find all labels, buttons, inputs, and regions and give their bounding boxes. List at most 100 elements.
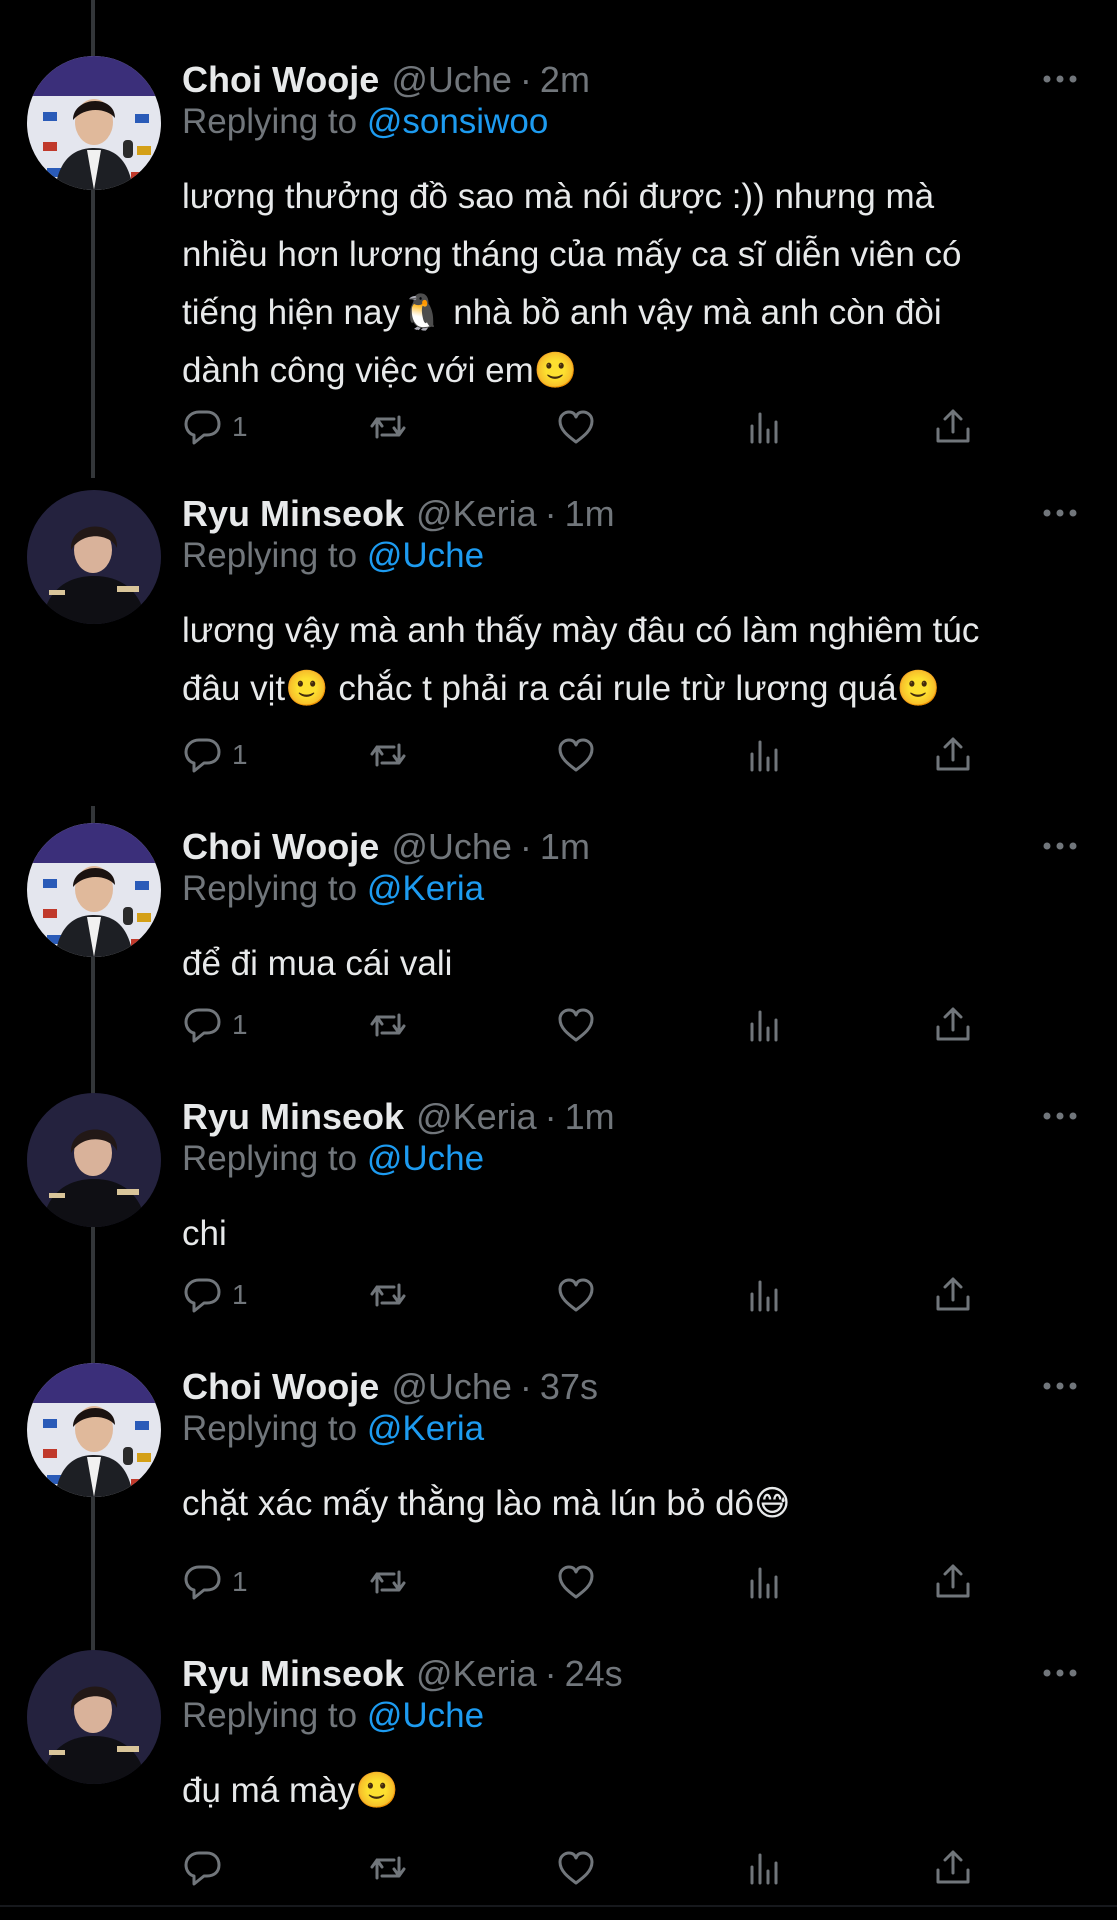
retweet-button[interactable]	[367, 1557, 409, 1607]
like-icon	[555, 1561, 597, 1603]
timestamp[interactable]: 24s	[565, 1653, 623, 1695]
share-button[interactable]	[932, 1557, 974, 1607]
replying-to-link[interactable]: @sonsiwoo	[367, 102, 548, 141]
reply-icon	[182, 1004, 224, 1046]
like-icon	[555, 406, 597, 448]
separator-dot: ·	[544, 1096, 557, 1137]
user-handle[interactable]: @Keria	[416, 1096, 537, 1138]
replying-to-link[interactable]: @Keria	[367, 1409, 484, 1448]
avatar[interactable]	[27, 1650, 161, 1784]
like-button[interactable]	[555, 1000, 597, 1050]
views-button[interactable]	[744, 730, 786, 780]
views-button[interactable]	[744, 1843, 786, 1893]
reply-button[interactable]: 1	[182, 402, 248, 452]
more-options-icon[interactable]	[1040, 831, 1080, 861]
tweet-text: đụ má mày🙂	[182, 1762, 1062, 1820]
divider	[0, 1905, 1117, 1907]
replying-to-link[interactable]: @Uche	[367, 1696, 484, 1735]
views-icon	[744, 1847, 786, 1889]
replying-to-link[interactable]: @Uche	[367, 1139, 484, 1178]
tweet-text: lương vậy mà anh thấy mày đâu có làm ngh…	[182, 602, 1062, 718]
tweet-text-line: lương thưởng đồ sao mà nói được :)) nhưn…	[182, 177, 935, 216]
tweet-text-line: dành công việc với em🙂	[182, 351, 578, 390]
reply-button[interactable]: 1	[182, 1557, 248, 1607]
display-name[interactable]: Ryu Minseok	[182, 1096, 404, 1138]
share-button[interactable]	[932, 1000, 974, 1050]
separator-dot: ·	[544, 1653, 557, 1694]
display-name[interactable]: Choi Wooje	[182, 59, 379, 101]
user-handle[interactable]: @Uche	[391, 59, 512, 101]
tweet-header: Choi Wooje @Uche · 37s	[182, 1363, 598, 1411]
retweet-icon	[367, 1847, 409, 1889]
replying-label: Replying to	[182, 1696, 358, 1735]
reply-icon	[182, 1561, 224, 1603]
retweet-icon	[367, 1561, 409, 1603]
more-options-icon[interactable]	[1040, 64, 1080, 94]
display-name[interactable]: Choi Wooje	[182, 826, 379, 868]
share-button[interactable]	[932, 1843, 974, 1893]
views-icon	[744, 1561, 786, 1603]
views-button[interactable]	[744, 1270, 786, 1320]
share-button[interactable]	[932, 1270, 974, 1320]
more-options-icon[interactable]	[1040, 1658, 1080, 1688]
tweet-text-line: để đi mua cái vali	[182, 944, 453, 983]
tweet-text-line: chặt xác mấy thằng lào mà lún bỏ dô😅	[182, 1484, 791, 1523]
more-options-icon[interactable]	[1040, 1101, 1080, 1131]
tweet-header: Ryu Minseok @Keria · 24s	[182, 1650, 623, 1698]
tweet-text-line: chi	[182, 1214, 227, 1253]
like-button[interactable]	[555, 1557, 597, 1607]
retweet-button[interactable]	[367, 402, 409, 452]
retweet-button[interactable]	[367, 1000, 409, 1050]
user-handle[interactable]: @Uche	[391, 1366, 512, 1408]
reply-button[interactable]	[182, 1843, 224, 1893]
separator-dot: ·	[519, 826, 532, 867]
replying-to-link[interactable]: @Keria	[367, 869, 484, 908]
like-button[interactable]	[555, 402, 597, 452]
replying-to: Replying to @Keria	[182, 1409, 484, 1449]
avatar[interactable]	[27, 1093, 161, 1227]
retweet-icon	[367, 406, 409, 448]
views-icon	[744, 406, 786, 448]
more-options-icon[interactable]	[1040, 1371, 1080, 1401]
retweet-button[interactable]	[367, 1270, 409, 1320]
retweet-icon	[367, 1274, 409, 1316]
reply-button[interactable]: 1	[182, 730, 248, 780]
reply-button[interactable]: 1	[182, 1270, 248, 1320]
timestamp[interactable]: 2m	[540, 59, 590, 101]
like-icon	[555, 1004, 597, 1046]
user-handle[interactable]: @Uche	[391, 826, 512, 868]
user-handle[interactable]: @Keria	[416, 1653, 537, 1695]
retweet-button[interactable]	[367, 1843, 409, 1893]
avatar[interactable]	[27, 823, 161, 957]
display-name[interactable]: Choi Wooje	[182, 1366, 379, 1408]
share-icon	[932, 406, 974, 448]
views-button[interactable]	[744, 1000, 786, 1050]
like-button[interactable]	[555, 1843, 597, 1893]
timestamp[interactable]: 37s	[540, 1366, 598, 1408]
like-button[interactable]	[555, 1270, 597, 1320]
views-button[interactable]	[744, 1557, 786, 1607]
like-button[interactable]	[555, 730, 597, 780]
share-button[interactable]	[932, 402, 974, 452]
reply-count: 1	[232, 1566, 248, 1597]
replying-to-link[interactable]: @Uche	[367, 536, 484, 575]
share-button[interactable]	[932, 730, 974, 780]
share-icon	[932, 1274, 974, 1316]
timestamp[interactable]: 1m	[540, 826, 590, 868]
more-options-icon[interactable]	[1040, 498, 1080, 528]
avatar[interactable]	[27, 490, 161, 624]
replying-to: Replying to @Keria	[182, 869, 484, 909]
replying-label: Replying to	[182, 1139, 358, 1178]
display-name[interactable]: Ryu Minseok	[182, 1653, 404, 1695]
retweet-button[interactable]	[367, 730, 409, 780]
avatar[interactable]	[27, 56, 161, 190]
user-handle[interactable]: @Keria	[416, 493, 537, 535]
tweet-text-line: nhiều hơn lương tháng của mấy ca sĩ diễn…	[182, 235, 962, 274]
reply-button[interactable]: 1	[182, 1000, 248, 1050]
timestamp[interactable]: 1m	[565, 1096, 615, 1138]
display-name[interactable]: Ryu Minseok	[182, 493, 404, 535]
views-button[interactable]	[744, 402, 786, 452]
views-icon	[744, 734, 786, 776]
timestamp[interactable]: 1m	[565, 493, 615, 535]
avatar[interactable]	[27, 1363, 161, 1497]
